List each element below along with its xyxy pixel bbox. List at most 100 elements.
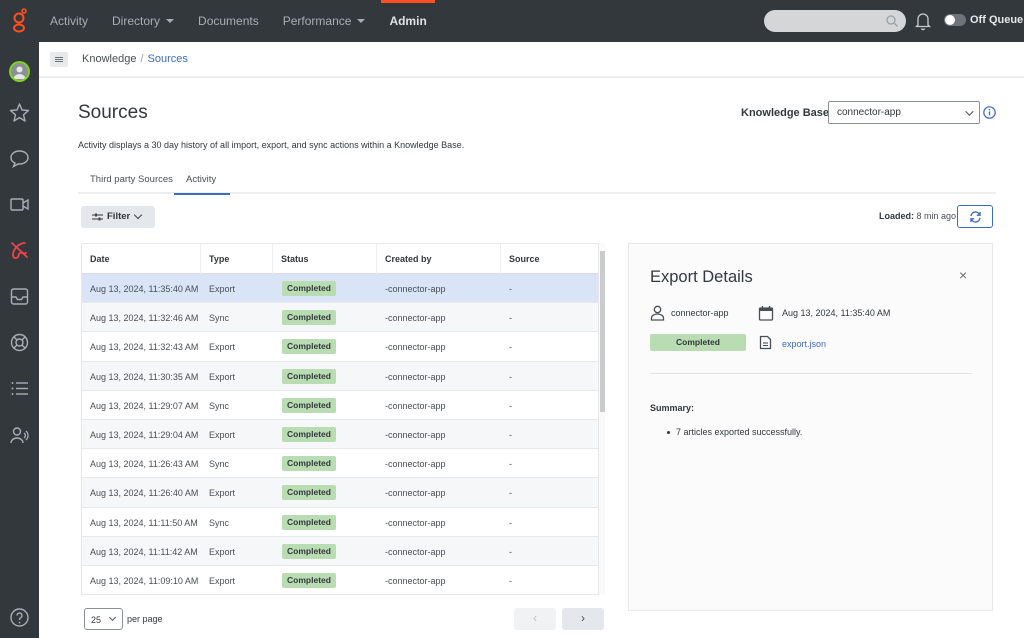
per-page-label: per page	[127, 614, 163, 624]
file-icon	[759, 335, 772, 350]
cell-date: Aug 13, 2024, 11:32:46 AM	[90, 313, 199, 324]
inbox-icon[interactable]	[9, 286, 30, 307]
search-input[interactable]	[764, 10, 906, 32]
table-row[interactable]: Aug 13, 2024, 11:26:40 AM Export Completed…	[82, 478, 598, 508]
cell-type: Sync	[209, 459, 230, 470]
scrollbar-thumb[interactable]	[599, 251, 605, 412]
calendar-icon	[758, 306, 774, 321]
cell-type: Export	[209, 546, 236, 557]
status-badge: Completed	[282, 456, 336, 472]
knowledge-base-label: Knowledge Base	[741, 107, 830, 119]
knowledge-base-select[interactable]: connector-app	[828, 101, 980, 124]
tab-third-party-sources[interactable]: Third party Sources	[90, 174, 173, 185]
cell-type: Export	[209, 342, 236, 353]
search-icon	[886, 15, 898, 27]
cell-created-by: -connector-app	[385, 371, 446, 382]
close-button[interactable]: ×	[959, 267, 967, 283]
column-header-status[interactable]: Status	[273, 244, 377, 274]
details-date: Aug 13, 2024, 11:35:40 AM	[782, 308, 891, 318]
loaded-status: Loaded: 8 min ago	[879, 211, 956, 221]
filter-button[interactable]: Filter	[81, 206, 155, 228]
table-row[interactable]: Aug 13, 2024, 11:30:35 AM Export Completed…	[82, 361, 598, 391]
chevron-down-icon	[965, 107, 974, 116]
genesys-logo-icon[interactable]	[10, 8, 30, 34]
cell-source: -	[509, 313, 512, 324]
avatar[interactable]	[9, 61, 30, 82]
refresh-button[interactable]	[957, 205, 993, 228]
column-header-type[interactable]: Type	[201, 244, 273, 274]
breadcrumb-sources[interactable]: Sources	[148, 53, 188, 65]
table-body: Aug 13, 2024, 11:35:40 AM Export Completed…	[82, 274, 598, 594]
cell-type: Sync	[209, 313, 230, 324]
info-icon[interactable]	[983, 106, 996, 119]
caret-down-icon	[357, 19, 366, 23]
status-badge: Completed	[282, 310, 336, 326]
table-row[interactable]: Aug 13, 2024, 11:29:07 AM Sync Completed -c…	[82, 391, 598, 420]
breadcrumb-separator: /	[140, 53, 144, 65]
status-badge: Completed	[282, 281, 336, 296]
cell-source: -	[509, 459, 512, 470]
queue-toggle-label: Off Queue	[970, 14, 1024, 26]
cell-date: Aug 13, 2024, 11:26:40 AM	[90, 488, 199, 499]
table-row[interactable]: Aug 13, 2024, 11:09:10 AM Export Completed…	[82, 566, 598, 594]
table-scrollbar[interactable]	[599, 243, 605, 595]
toggle-knob	[945, 15, 955, 25]
lifebuoy-icon[interactable]	[9, 332, 30, 353]
table-row[interactable]: Aug 13, 2024, 11:32:46 AM Sync Completed -c…	[82, 303, 598, 333]
table-row[interactable]: Aug 13, 2024, 11:11:42 AM Export Completed…	[82, 536, 598, 566]
help-icon[interactable]	[9, 607, 30, 628]
menu-toggle-button[interactable]	[50, 52, 68, 67]
cell-source: -	[509, 342, 512, 353]
chat-icon[interactable]	[9, 148, 30, 169]
per-page-select[interactable]: 25	[84, 608, 123, 630]
main-nav: Activity Directory Documents Performance…	[38, 0, 439, 42]
column-header-created-by[interactable]: Created by	[377, 244, 501, 274]
cell-type: Export	[209, 488, 236, 499]
cell-created-by: -connector-app	[385, 459, 446, 470]
table-row[interactable]: Aug 13, 2024, 11:26:43 AM Sync Completed -c…	[82, 449, 598, 479]
summary-label: Summary:	[650, 403, 695, 413]
cell-date: Aug 13, 2024, 11:29:04 AM	[90, 429, 199, 440]
list-icon[interactable]	[9, 378, 30, 399]
nav-performance[interactable]: Performance	[271, 0, 378, 42]
video-icon[interactable]	[9, 194, 30, 215]
top-bar: Activity Directory Documents Performance…	[0, 0, 1024, 42]
cell-date: Aug 13, 2024, 11:09:10 AM	[90, 575, 199, 586]
phone-icon[interactable]	[9, 240, 30, 261]
nav-activity[interactable]: Activity	[38, 0, 100, 42]
cell-date: Aug 13, 2024, 11:32:43 AM	[90, 342, 199, 353]
table-row[interactable]: Aug 13, 2024, 11:29:04 AM Export Completed…	[82, 419, 598, 450]
nav-directory[interactable]: Directory	[100, 0, 186, 42]
details-user: connector-app	[671, 308, 729, 318]
cell-source: -	[509, 429, 512, 440]
cell-type: Export	[209, 429, 236, 440]
queue-toggle[interactable]	[944, 14, 966, 26]
per-page-value: 25	[91, 615, 102, 625]
cell-date: Aug 13, 2024, 11:30:35 AM	[90, 371, 199, 382]
table-row[interactable]: Aug 13, 2024, 11:32:43 AM Export Completed…	[82, 332, 598, 362]
nav-admin[interactable]: Admin	[377, 0, 438, 42]
page-description: Activity displays a 30 day history of al…	[78, 140, 465, 150]
divider	[650, 373, 972, 374]
column-header-date[interactable]: Date	[82, 244, 201, 274]
breadcrumb-knowledge[interactable]: Knowledge	[82, 53, 136, 65]
details-title: Export Details	[650, 268, 753, 286]
tab-activity[interactable]: Activity	[173, 174, 231, 195]
next-page-button[interactable]: ›	[562, 608, 604, 630]
table-row[interactable]: Aug 13, 2024, 11:35:40 AM Export Completed…	[82, 274, 598, 304]
cell-date: Aug 13, 2024, 11:29:07 AM	[90, 400, 199, 411]
voice-user-icon[interactable]	[9, 425, 30, 446]
previous-page-button[interactable]: ‹	[514, 608, 556, 630]
cell-created-by: -connector-app	[385, 342, 446, 353]
column-header-source[interactable]: Source	[501, 244, 598, 274]
cell-created-by: -connector-app	[385, 488, 446, 499]
star-icon[interactable]	[9, 102, 30, 123]
cell-type: Sync	[209, 517, 230, 528]
cell-created-by: -connector-app	[385, 517, 446, 528]
cell-date: Aug 13, 2024, 11:26:43 AM	[90, 459, 199, 470]
nav-documents[interactable]: Documents	[186, 0, 271, 42]
export-file-link[interactable]: export.json	[782, 339, 826, 349]
cell-created-by: -connector-app	[385, 546, 446, 557]
bell-icon[interactable]	[914, 11, 932, 31]
table-row[interactable]: Aug 13, 2024, 11:11:50 AM Sync Completed -c…	[82, 508, 598, 537]
